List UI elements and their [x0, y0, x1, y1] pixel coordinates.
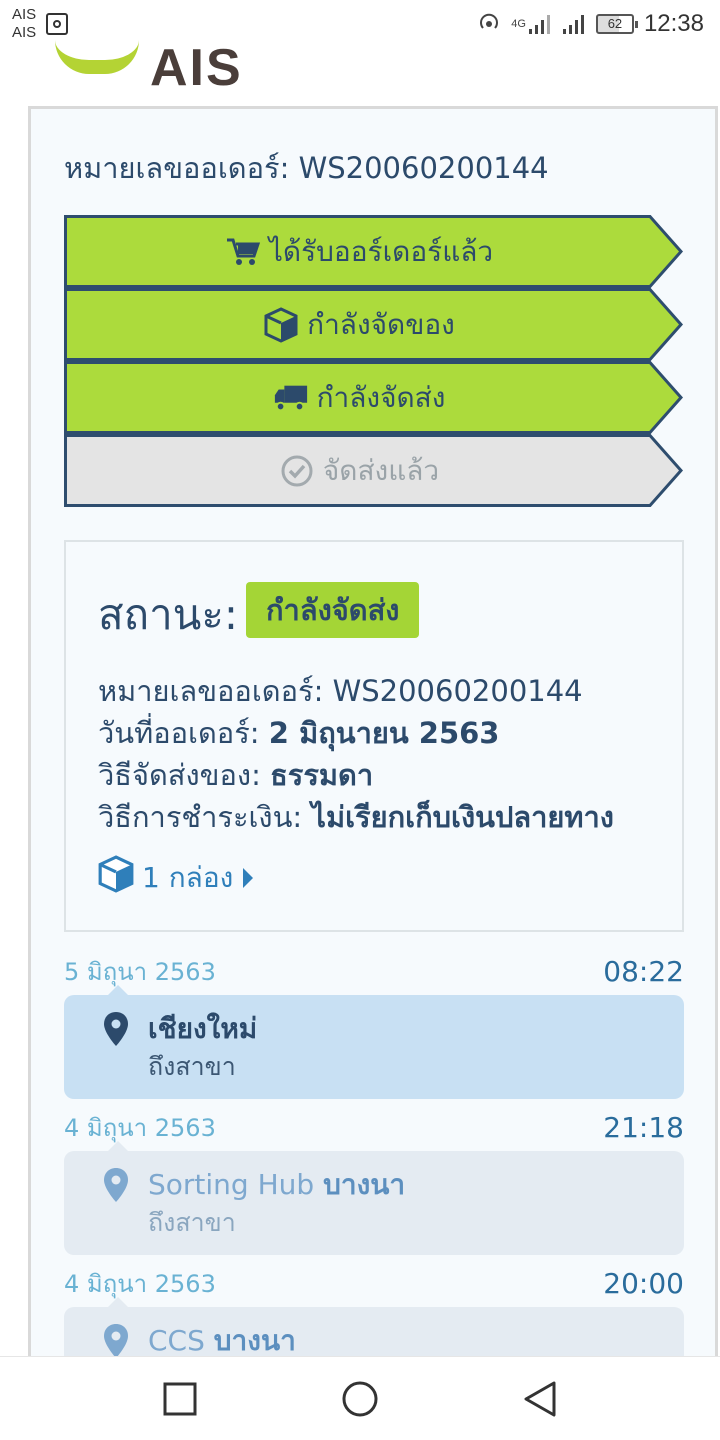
info-value: WS20060200144	[332, 674, 583, 708]
timeline-time: 20:00	[603, 1267, 684, 1300]
order-number-heading: หมายเลขออเดอร์: WS20060200144	[64, 145, 549, 191]
step-shipping: กำลังจัดส่ง	[64, 361, 684, 434]
timeline-sub: ถึงสาขา	[148, 1052, 236, 1081]
box-count-label: 1 กล่อง	[142, 860, 234, 894]
box-icon	[98, 855, 134, 900]
location-pin-icon	[104, 1168, 128, 1202]
timeline-card: เชียงใหม่ ถึงสาขา	[64, 985, 684, 1099]
info-label: หมายเลขออเดอร์:	[98, 674, 324, 708]
logo-text: AIS	[150, 39, 243, 97]
order-number-label: หมายเลขออเดอร์:	[64, 151, 290, 185]
step-order-received: ได้รับออร์เดอร์แล้ว	[64, 215, 684, 288]
timeline-sub: ถึงสาขา	[148, 1208, 236, 1237]
back-icon[interactable]	[520, 1379, 560, 1419]
info-order-date: วันที่ออเดอร์: 2 มิถุนายน 2563	[98, 710, 499, 756]
timeline-time: 08:22	[603, 955, 684, 988]
step-packing: กำลังจัดของ	[64, 288, 684, 361]
info-value: 2 มิถุนายน 2563	[268, 716, 500, 750]
step-delivered: จัดส่งแล้ว	[64, 434, 684, 507]
info-shipping-method: วิธีจัดส่งของ: ธรรมดา	[98, 752, 373, 798]
info-label: วิธีจัดส่งของ:	[98, 758, 261, 792]
info-value: ไม่เรียกเก็บเงินปลายทาง	[311, 800, 614, 834]
order-number-value: WS20060200144	[298, 151, 549, 185]
location-pin-icon	[104, 1012, 128, 1046]
status-title: สถานะ:	[98, 590, 239, 639]
timeline-place: เชียงใหม่	[148, 1012, 258, 1045]
info-payment-method: วิธีการชำระเงิน: ไม่เรียกเก็บเงินปลายทาง	[98, 794, 614, 840]
timeline-place: CCS บางนา	[148, 1324, 296, 1357]
timeline-card: Sorting Hub บางนา ถึงสาขา	[64, 1141, 684, 1255]
timeline-entry: 4 มิถุนา 2563 21:18 Sorting Hub บางนา ถึ…	[64, 1105, 684, 1255]
status-badge: กำลังจัดส่ง	[246, 582, 420, 638]
caret-right-icon	[243, 867, 254, 888]
info-label: วันที่ออเดอร์:	[98, 716, 260, 750]
check-circle-icon	[279, 453, 315, 489]
info-value: ธรรมดา	[270, 758, 374, 792]
timeline-place: Sorting Hub บางนา	[148, 1168, 406, 1201]
info-label: วิธีการชำระเงิน:	[98, 800, 303, 834]
step-label: กำลังจัดส่ง	[316, 380, 446, 414]
recent-apps-icon[interactable]	[160, 1379, 200, 1419]
status-card: สถานะ: กำลังจัดส่ง หมายเลขออเดอร์: WS200…	[64, 540, 684, 932]
box-icon	[263, 306, 299, 343]
truck-icon	[273, 380, 309, 416]
box-count-link[interactable]: 1 กล่อง	[98, 855, 254, 900]
network-type: 4G	[511, 18, 526, 30]
step-label: ได้รับออร์เดอร์แล้ว	[268, 234, 494, 268]
cart-icon	[225, 234, 261, 270]
timeline-time: 21:18	[603, 1111, 684, 1144]
location-pin-icon	[104, 1324, 128, 1358]
timeline-entry: 5 มิถุนา 2563 08:22 เชียงใหม่ ถึงสาขา	[64, 949, 684, 1099]
order-panel: หมายเลขออเดอร์: WS20060200144 ได้รับออร์…	[28, 106, 718, 1411]
tracking-timeline: 5 มิถุนา 2563 08:22 เชียงใหม่ ถึงสาขา 4 …	[64, 949, 684, 1411]
step-label: กำลังจัดของ	[307, 307, 455, 341]
step-label: จัดส่งแล้ว	[322, 453, 440, 487]
timeline-date: 5 มิถุนา 2563 08:22	[64, 949, 684, 995]
timeline-date: 4 มิถุนา 2563 21:18	[64, 1105, 684, 1151]
progress-steps: ได้รับออร์เดอร์แล้ว กำลังจัดของ กำลังจัด…	[64, 215, 684, 507]
system-nav-bar	[0, 1356, 720, 1440]
brand-header: AIS	[0, 30, 720, 97]
timeline-date: 4 มิถุนา 2563 20:00	[64, 1261, 684, 1307]
home-icon[interactable]	[340, 1379, 380, 1419]
info-order-number: หมายเลขออเดอร์: WS20060200144	[98, 668, 583, 714]
logo-swoosh-icon	[55, 40, 139, 74]
